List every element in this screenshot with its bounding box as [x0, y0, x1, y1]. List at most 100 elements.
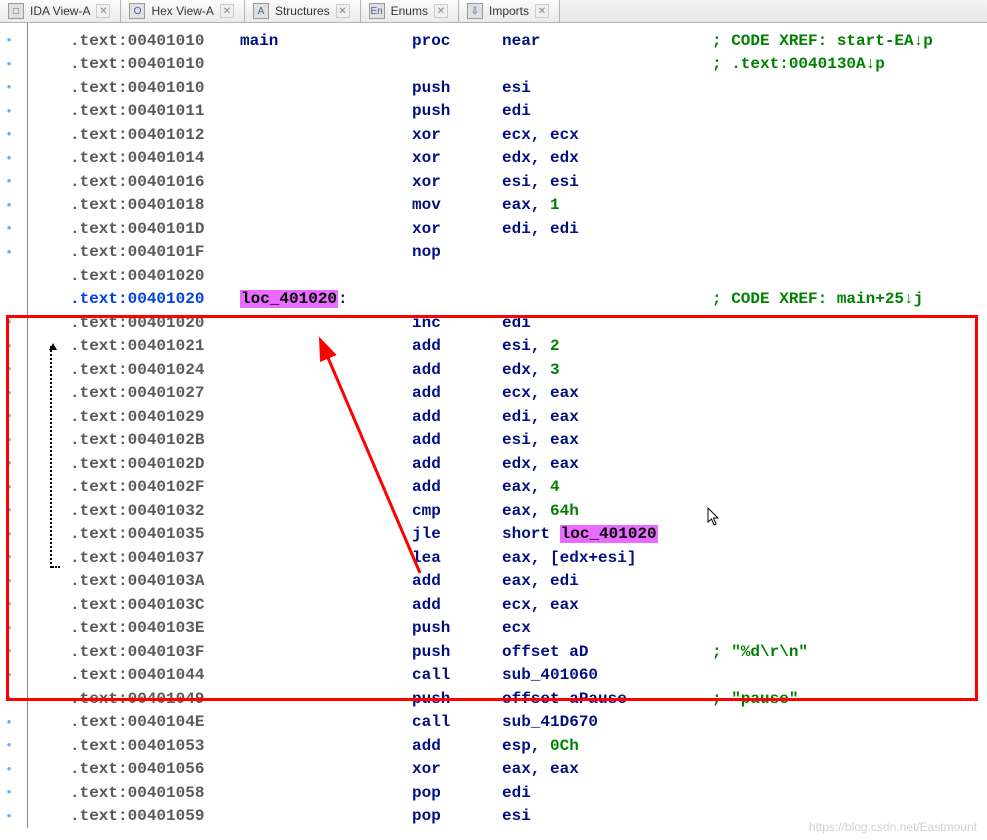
- disasm-line[interactable]: .text:0040101Fnop: [0, 241, 987, 265]
- breakpoint-gutter[interactable]: [0, 436, 18, 445]
- address: .text:0040102D: [70, 455, 240, 473]
- tab-structures[interactable]: A Structures ✕: [245, 0, 361, 22]
- tab-hex-view-a[interactable]: OHex View-A✕: [121, 0, 244, 22]
- disasm-line[interactable]: .text:0040104Ecallsub_41D670: [0, 711, 987, 735]
- disasm-line[interactable]: .text:00401010pushesi: [0, 76, 987, 100]
- breakpoint-gutter[interactable]: [0, 177, 18, 186]
- breakpoint-gutter[interactable]: [0, 365, 18, 374]
- breakpoint-gutter[interactable]: [0, 107, 18, 116]
- breakpoint-gutter[interactable]: [0, 577, 18, 586]
- disasm-line[interactable]: .text:00401020loc_401020:; CODE XREF: ma…: [0, 288, 987, 312]
- address: .text:00401018: [70, 196, 240, 214]
- breakpoint-gutter[interactable]: [0, 506, 18, 515]
- disasm-line[interactable]: .text:00401044callsub_401060: [0, 664, 987, 688]
- tab-icon: En: [369, 3, 385, 19]
- disasm-line[interactable]: .text:00401027addecx, eax: [0, 382, 987, 406]
- breakpoint-gutter[interactable]: [0, 718, 18, 727]
- breakpoint-gutter[interactable]: [0, 741, 18, 750]
- breakpoint-gutter[interactable]: [0, 671, 18, 680]
- tab-enums[interactable]: EnEnums✕: [361, 0, 459, 22]
- disasm-line[interactable]: .text:00401029addedi, eax: [0, 405, 987, 429]
- breakpoint-gutter[interactable]: [0, 788, 18, 797]
- disasm-line[interactable]: .text:00401018moveax, 1: [0, 194, 987, 218]
- breakpoint-gutter[interactable]: [0, 154, 18, 163]
- disasm-line[interactable]: .text:00401056xoreax, eax: [0, 758, 987, 782]
- disasm-line[interactable]: .text:00401024addedx, 3: [0, 358, 987, 382]
- tab-close-icon[interactable]: ✕: [220, 4, 234, 18]
- breakpoint-gutter[interactable]: [0, 530, 18, 539]
- tab-close-icon[interactable]: ✕: [96, 4, 110, 18]
- operands: edx, eax: [502, 455, 712, 473]
- disasm-line[interactable]: .text:0040103Aaddeax, edi: [0, 570, 987, 594]
- tab-icon: A: [253, 3, 269, 19]
- tab-close-icon[interactable]: ✕: [336, 4, 350, 18]
- disasm-line[interactable]: .text:0040103Caddecx, eax: [0, 593, 987, 617]
- tab-close-icon[interactable]: ✕: [535, 4, 549, 18]
- comment-col: ; .text:0040130Ap: [712, 55, 885, 73]
- mnemonic: add: [412, 384, 502, 402]
- breakpoint-gutter[interactable]: [0, 694, 18, 703]
- breakpoint-gutter[interactable]: [0, 600, 18, 609]
- breakpoint-gutter[interactable]: [0, 318, 18, 327]
- breakpoint-gutter[interactable]: [0, 248, 18, 257]
- disasm-line[interactable]: .text:00401058popedi: [0, 781, 987, 805]
- disasm-line[interactable]: .text:0040103Fpushoffset aD; "%d\r\n": [0, 640, 987, 664]
- disasm-line[interactable]: .text:00401012xorecx, ecx: [0, 123, 987, 147]
- disasm-line[interactable]: .text:00401020: [0, 264, 987, 288]
- breakpoint-gutter[interactable]: [0, 412, 18, 421]
- breakpoint-gutter[interactable]: [0, 459, 18, 468]
- breakpoint-gutter[interactable]: [0, 201, 18, 210]
- disasm-line[interactable]: .text:00401010; .text:0040130Ap: [0, 53, 987, 77]
- disasm-line[interactable]: .text:0040103Epushecx: [0, 617, 987, 641]
- tab-close-icon[interactable]: ✕: [434, 4, 448, 18]
- highlighted-label[interactable]: loc_401020: [240, 290, 338, 308]
- breakpoint-gutter[interactable]: [0, 812, 18, 821]
- disasm-line[interactable]: .text:00401035jleshort loc_401020: [0, 523, 987, 547]
- breakpoint-gutter[interactable]: [0, 36, 18, 45]
- breakpoint-gutter[interactable]: [0, 553, 18, 562]
- watermark: https://blog.csdn.net/Eastmount: [809, 820, 977, 834]
- breakpoint-gutter[interactable]: [0, 83, 18, 92]
- breakpoint-gutter[interactable]: [0, 389, 18, 398]
- address: .text:00401058: [70, 784, 240, 802]
- breakpoint-gutter[interactable]: [0, 224, 18, 233]
- mnemonic: push: [412, 690, 502, 708]
- highlighted-target[interactable]: loc_401020: [560, 525, 658, 543]
- tab-label: Hex View-A: [151, 4, 213, 18]
- disasm-line[interactable]: .text:00401032cmpeax, 64h: [0, 499, 987, 523]
- disasm-line[interactable]: .text:0040102Faddeax, 4: [0, 476, 987, 500]
- disasm-line[interactable]: .text:0040101Dxoredi, edi: [0, 217, 987, 241]
- breakpoint-gutter[interactable]: [0, 624, 18, 633]
- tab-ida-view-a[interactable]: □IDA View-A✕: [0, 0, 121, 22]
- breakpoint-gutter[interactable]: [0, 342, 18, 351]
- disasm-line[interactable]: .text:00401014xoredx, edx: [0, 147, 987, 171]
- disasm-line[interactable]: .text:00401020incedi: [0, 311, 987, 335]
- disasm-line[interactable]: .text:00401010mainprocnear; CODE XREF: s…: [0, 29, 987, 53]
- disasm-line[interactable]: .text:00401021addesi, 2: [0, 335, 987, 359]
- mnemonic: push: [412, 643, 502, 661]
- disasm-line[interactable]: .text:00401037leaeax, [edx+esi]: [0, 546, 987, 570]
- tab-label: Structures: [275, 4, 330, 18]
- disassembly-view[interactable]: .text:00401010mainprocnear; CODE XREF: s…: [0, 23, 987, 828]
- breakpoint-gutter[interactable]: [0, 483, 18, 492]
- symbol-label[interactable]: main: [240, 32, 278, 50]
- operands: esi, eax: [502, 431, 712, 449]
- address: .text:0040102F: [70, 478, 240, 496]
- breakpoint-gutter[interactable]: [0, 765, 18, 774]
- comment-col: ; "pause": [712, 690, 798, 708]
- breakpoint-gutter[interactable]: [0, 647, 18, 656]
- operands: near: [502, 32, 712, 50]
- disasm-line[interactable]: .text:0040102Daddedx, eax: [0, 452, 987, 476]
- address: .text:0040101D: [70, 220, 240, 238]
- disasm-line[interactable]: .text:00401016xoresi, esi: [0, 170, 987, 194]
- tab-imports[interactable]: ⇩Imports✕: [459, 0, 560, 22]
- address: .text:00401021: [70, 337, 240, 355]
- disasm-line[interactable]: .text:00401049pushoffset aPause; "pause": [0, 687, 987, 711]
- operands: edi: [502, 784, 712, 802]
- disasm-line[interactable]: .text:00401053addesp, 0Ch: [0, 734, 987, 758]
- disasm-line[interactable]: .text:0040102Baddesi, eax: [0, 429, 987, 453]
- breakpoint-gutter[interactable]: [0, 130, 18, 139]
- mnemonic: xor: [412, 220, 502, 238]
- breakpoint-gutter[interactable]: [0, 60, 18, 69]
- disasm-line[interactable]: .text:00401011pushedi: [0, 100, 987, 124]
